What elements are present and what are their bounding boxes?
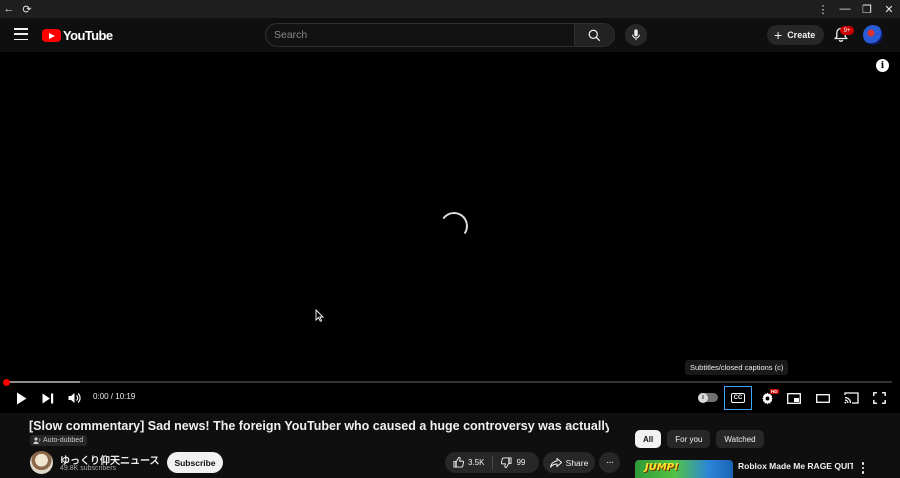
microphone-icon: [632, 29, 640, 41]
dubbing-icon: [33, 437, 41, 444]
search-icon: [588, 29, 601, 41]
next-button[interactable]: [40, 389, 56, 407]
captions-tooltip: Subtitles/closed captions (c): [685, 360, 789, 375]
account-avatar[interactable]: [863, 25, 883, 45]
progress-bar[interactable]: [3, 378, 892, 386]
chip-watched[interactable]: Watched: [716, 430, 764, 448]
closed-captions-icon: CC: [731, 393, 745, 403]
play-button[interactable]: [12, 389, 30, 407]
hamburger-menu-icon[interactable]: [14, 28, 28, 40]
subscribe-button[interactable]: Subscribe: [167, 452, 223, 473]
like-dislike-group: 3.5K 99: [445, 452, 539, 473]
hd-badge: HD: [770, 389, 779, 394]
search-button[interactable]: [574, 24, 614, 46]
youtube-logo[interactable]: YouTube: [42, 28, 113, 43]
like-count: 3.5K: [468, 458, 485, 467]
skip-next-icon: [42, 393, 54, 403]
chip-all[interactable]: All: [635, 430, 662, 448]
theater-mode-button[interactable]: [815, 389, 831, 407]
dislike-button[interactable]: 99: [493, 452, 533, 473]
autoplay-toggle[interactable]: II: [698, 392, 718, 403]
reload-icon[interactable]: ⟳: [18, 0, 36, 18]
mute-button[interactable]: [66, 389, 84, 407]
play-icon: [16, 392, 26, 404]
theater-mode-icon: [816, 393, 830, 403]
notification-count-badge: 9+: [840, 26, 854, 35]
recommendation-thumbnail[interactable]: JUMP!: [635, 460, 733, 478]
cast-button[interactable]: [842, 389, 860, 407]
masthead: YouTube + Create 9+: [0, 18, 900, 52]
subscriber-count: 49.8K subscribers: [60, 465, 117, 472]
fullscreen-button[interactable]: [871, 389, 887, 407]
time-display: 0:00 / 10:19: [93, 392, 136, 401]
restore-icon[interactable]: ❐: [856, 0, 878, 18]
minimize-icon[interactable]: —: [834, 0, 856, 18]
loading-spinner: [437, 209, 471, 243]
more-actions-button[interactable]: ···: [599, 452, 620, 473]
back-arrow-icon[interactable]: ←: [0, 0, 18, 18]
plus-icon: +: [774, 27, 783, 43]
browser-toolbar: ← ⟳ ⋮ — ❐ ✕: [0, 0, 900, 18]
chip-for-you[interactable]: For you: [667, 430, 711, 448]
thumbs-down-icon: [501, 457, 513, 468]
logo-text: YouTube: [63, 28, 113, 43]
cast-icon: [843, 392, 859, 404]
browser-menu-icon[interactable]: ⋮: [812, 0, 834, 18]
fullscreen-icon: [872, 392, 886, 404]
auto-dubbed-label: Auto-dubbed: [43, 437, 84, 444]
filter-chips: All For you Watched: [635, 430, 764, 448]
mouse-cursor-icon: [315, 309, 324, 322]
thumbnail-text: JUMP!: [645, 462, 679, 473]
recommendation-title[interactable]: Roblox Made Me RAGE QUIT...: [738, 461, 853, 471]
voice-search-button[interactable]: [625, 24, 647, 46]
search-box: [265, 23, 615, 47]
subtitles-button[interactable]: CC: [724, 386, 752, 410]
dislike-count: 99: [516, 458, 526, 467]
share-label: Share: [565, 457, 589, 468]
channel-avatar[interactable]: [30, 451, 53, 474]
share-arrow-icon: [549, 457, 562, 468]
search-input[interactable]: [266, 24, 574, 46]
thumbs-up-icon: [453, 457, 464, 468]
auto-dubbed-badge: Auto-dubbed: [30, 435, 88, 446]
youtube-play-icon: [42, 29, 61, 42]
like-button[interactable]: 3.5K: [445, 452, 492, 473]
recommendation-menu-icon[interactable]: [858, 461, 868, 475]
autoplay-pause-icon: II: [698, 392, 708, 403]
create-button[interactable]: + Create: [767, 25, 825, 45]
info-icon[interactable]: i: [876, 59, 889, 72]
create-label: Create: [787, 30, 816, 40]
volume-icon: [68, 393, 81, 403]
close-icon[interactable]: ✕: [878, 0, 900, 18]
buffered-bar: [6, 381, 80, 383]
video-player[interactable]: i Subtitles/closed captions (c) 0:00 / 1…: [0, 52, 900, 413]
scrubber-handle[interactable]: [3, 378, 10, 386]
video-title: [Slow commentary] Sad news! The foreign …: [29, 419, 609, 433]
miniplayer-button[interactable]: [786, 389, 802, 407]
share-button[interactable]: Share: [543, 452, 595, 473]
miniplayer-icon: [787, 392, 801, 404]
